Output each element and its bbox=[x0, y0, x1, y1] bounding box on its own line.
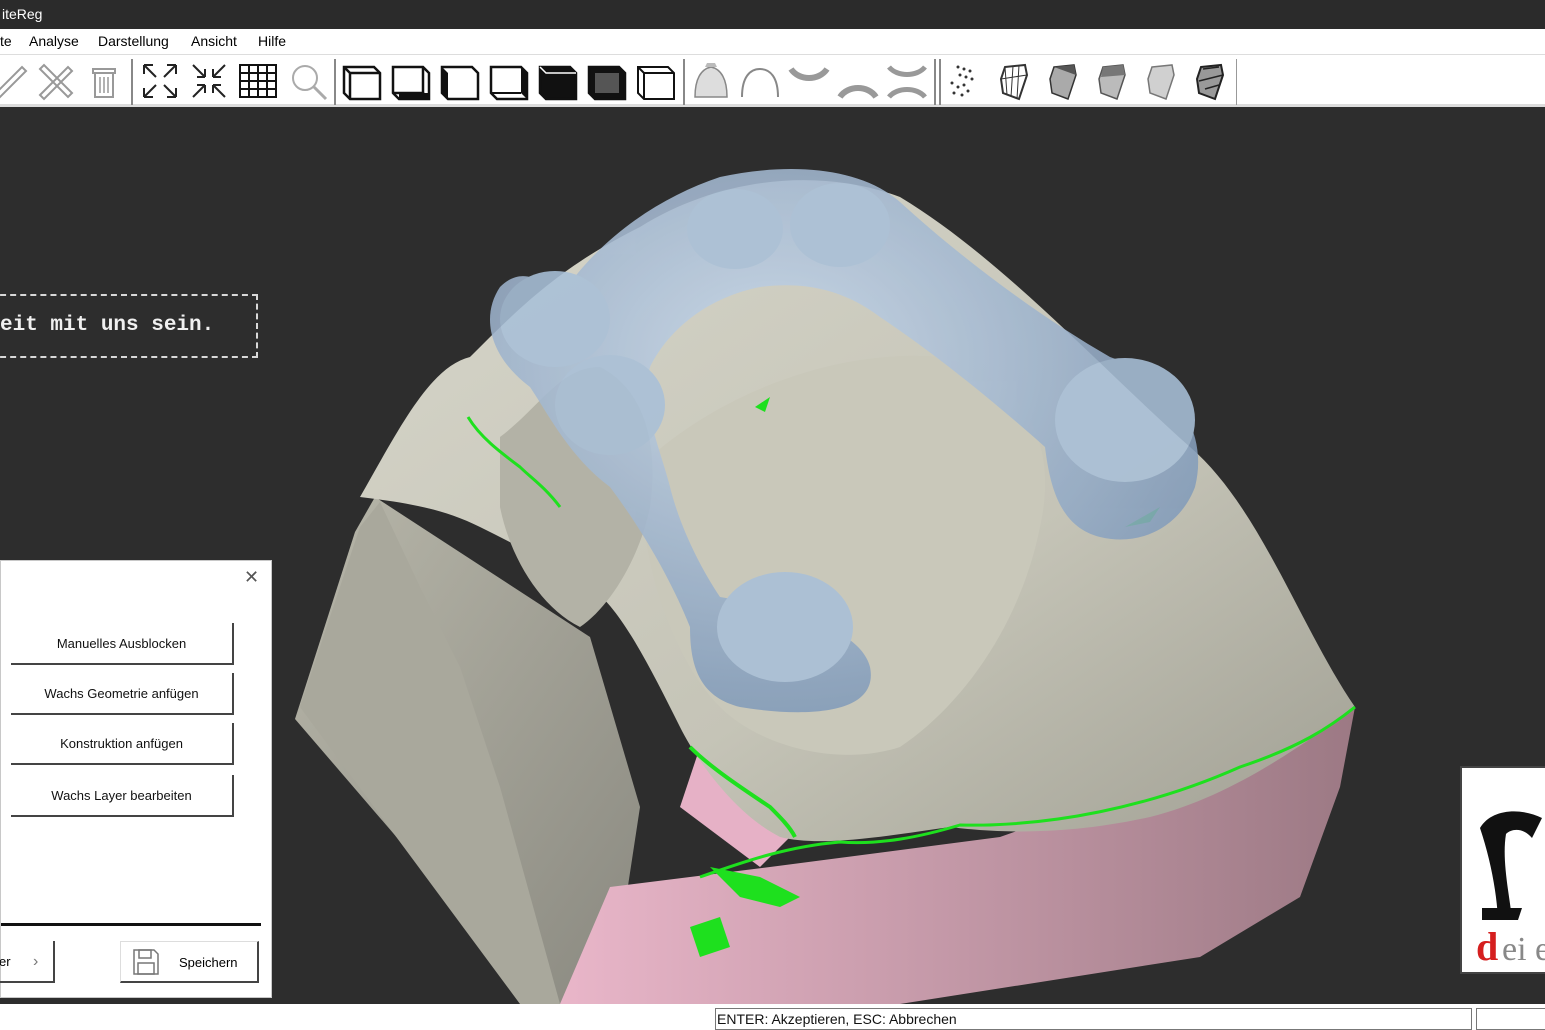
edit-wax-layer-button[interactable]: Wachs Layer bearbeiten bbox=[11, 775, 234, 817]
menu-item-analyse[interactable]: Analyse bbox=[29, 29, 79, 54]
status-text: ENTER: Akzeptieren, ESC: Abbrechen bbox=[715, 1008, 1472, 1030]
point-cloud-icon[interactable] bbox=[944, 59, 988, 103]
zoom-icon[interactable] bbox=[286, 59, 330, 103]
menu-item-hilfe[interactable]: Hilfe bbox=[258, 29, 286, 54]
tool-panel: ✕ Manuelles Ausblocken Wachs Geometrie a… bbox=[0, 560, 272, 998]
add-construction-button[interactable]: Konstruktion anfügen bbox=[11, 723, 234, 765]
view-back-icon[interactable] bbox=[389, 59, 433, 103]
model-shade-3-icon[interactable] bbox=[1140, 59, 1184, 103]
status-pane bbox=[1476, 1008, 1545, 1030]
company-logo: d ei e bbox=[1460, 766, 1545, 974]
gingiva-outline-icon[interactable] bbox=[738, 59, 782, 103]
next-button[interactable]: er › bbox=[0, 941, 55, 983]
next-button-label: er bbox=[0, 954, 11, 969]
upper-jaw-icon[interactable] bbox=[787, 59, 831, 103]
measure-cross-icon[interactable] bbox=[34, 59, 78, 103]
status-bar: ENTER: Akzeptieren, ESC: Abbrechen bbox=[0, 1004, 1545, 1030]
model-wire-icon[interactable] bbox=[993, 59, 1037, 103]
toolbar bbox=[0, 54, 1545, 107]
panel-divider bbox=[1, 923, 261, 926]
both-jaws-icon[interactable] bbox=[885, 59, 929, 103]
view-top-icon[interactable] bbox=[536, 59, 580, 103]
svg-text:ei e: ei e bbox=[1502, 931, 1545, 968]
save-button-label: Speichern bbox=[179, 955, 238, 970]
menu-item-file[interactable]: te bbox=[0, 29, 12, 54]
manual-blockout-button[interactable]: Manuelles Ausblocken bbox=[11, 623, 234, 665]
trash-icon[interactable] bbox=[82, 59, 126, 103]
add-wax-geometry-button[interactable]: Wachs Geometrie anfügen bbox=[11, 673, 234, 715]
view-bottom-icon[interactable] bbox=[585, 59, 629, 103]
grid-icon[interactable] bbox=[236, 59, 280, 103]
chevron-right-icon: › bbox=[33, 953, 39, 970]
ruler-icon[interactable] bbox=[0, 59, 30, 103]
model-shade-1-icon[interactable] bbox=[1042, 59, 1086, 103]
view-left-icon[interactable] bbox=[438, 59, 482, 103]
save-disk-icon bbox=[131, 947, 161, 977]
collapse-icon[interactable] bbox=[187, 59, 231, 103]
view-front-icon[interactable] bbox=[340, 59, 384, 103]
svg-text:d: d bbox=[1476, 924, 1498, 969]
view-iso-icon[interactable] bbox=[634, 59, 678, 103]
close-icon[interactable]: ✕ bbox=[244, 568, 260, 586]
model-shade-2-icon[interactable] bbox=[1091, 59, 1135, 103]
model-shade-4-icon[interactable] bbox=[1189, 59, 1233, 103]
menu-item-darstellung[interactable]: Darstellung bbox=[98, 29, 169, 54]
logo-mark-icon: d ei e bbox=[1476, 811, 1545, 969]
gingiva-mask-icon[interactable] bbox=[689, 59, 733, 103]
view-right-icon[interactable] bbox=[487, 59, 531, 103]
expand-icon[interactable] bbox=[138, 59, 182, 103]
info-banner: eit mit uns sein. bbox=[0, 294, 258, 358]
lower-jaw-icon[interactable] bbox=[836, 59, 880, 103]
menu-item-ansicht[interactable]: Ansicht bbox=[191, 29, 237, 54]
window-title: iteReg bbox=[2, 6, 43, 22]
menu-bar: te Analyse Darstellung Ansicht Hilfe bbox=[0, 29, 1545, 54]
save-button[interactable]: Speichern bbox=[120, 941, 259, 983]
title-bar: iteReg bbox=[0, 0, 1545, 29]
